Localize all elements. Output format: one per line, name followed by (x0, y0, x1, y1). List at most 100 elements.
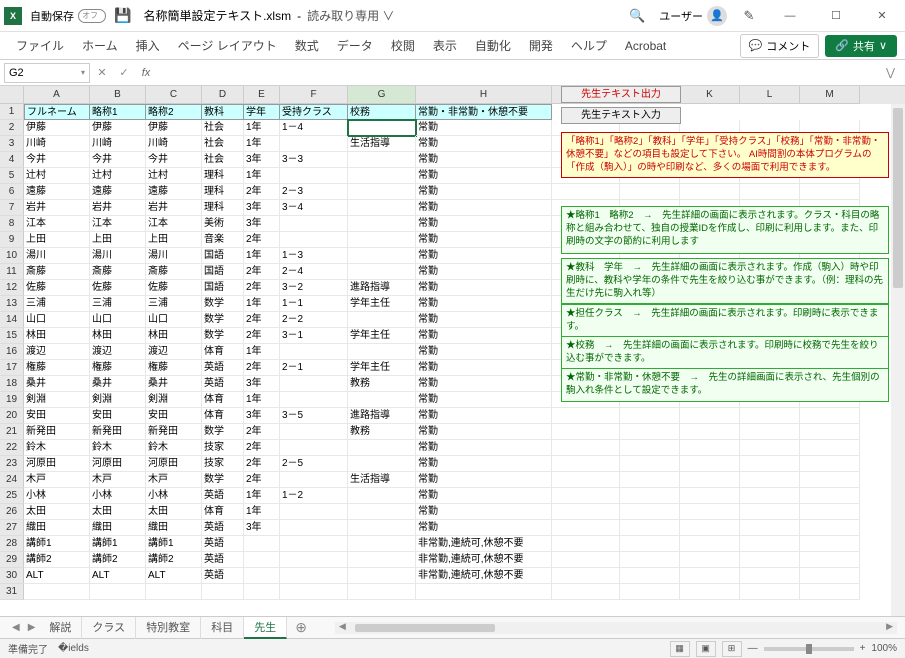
row-header-1[interactable]: 1 (0, 104, 24, 120)
cell[interactable]: 1年 (244, 392, 280, 408)
cell[interactable]: 英語 (202, 360, 244, 376)
cell[interactable] (680, 408, 740, 424)
cell[interactable]: 生活指導 (348, 472, 416, 488)
accessibility-icon[interactable]: �ields (58, 643, 89, 654)
cell[interactable] (280, 568, 348, 584)
cell[interactable] (348, 248, 416, 264)
cell[interactable]: 太田 (90, 504, 146, 520)
cell[interactable]: 織田 (146, 520, 202, 536)
cell[interactable]: 体育 (202, 408, 244, 424)
cell[interactable]: 常勤 (416, 296, 552, 312)
cell[interactable]: 英語 (202, 520, 244, 536)
row-header-27[interactable]: 27 (0, 520, 24, 536)
cell[interactable]: 佐藤 (90, 280, 146, 296)
view-layout-button[interactable]: ▣ (696, 641, 716, 657)
cell[interactable] (800, 536, 860, 552)
cell[interactable] (800, 456, 860, 472)
cell[interactable] (244, 536, 280, 552)
cell[interactable] (552, 552, 620, 568)
cell[interactable] (280, 168, 348, 184)
row-header-2[interactable]: 2 (0, 120, 24, 136)
cell[interactable]: 剣淵 (90, 392, 146, 408)
cell[interactable] (620, 568, 680, 584)
cell[interactable] (348, 392, 416, 408)
cell[interactable]: 社会 (202, 152, 244, 168)
save-icon[interactable]: 💾 (114, 7, 131, 24)
tab-data[interactable]: データ (329, 33, 381, 58)
cell[interactable]: 常勤 (416, 136, 552, 152)
col-header-F[interactable]: F (280, 86, 348, 104)
cell[interactable]: 2年 (244, 184, 280, 200)
cell[interactable] (348, 200, 416, 216)
cell[interactable]: 今井 (24, 152, 90, 168)
cell[interactable]: 上田 (90, 232, 146, 248)
cell[interactable]: 鈴木 (90, 440, 146, 456)
cell[interactable] (680, 472, 740, 488)
cell[interactable] (416, 584, 552, 600)
tab-file[interactable]: ファイル (8, 33, 72, 58)
row-header-3[interactable]: 3 (0, 136, 24, 152)
cell[interactable] (680, 424, 740, 440)
row-header-21[interactable]: 21 (0, 424, 24, 440)
add-sheet-button[interactable]: ⊕ (287, 619, 315, 636)
cell[interactable] (244, 584, 280, 600)
cell[interactable]: 美術 (202, 216, 244, 232)
row-header-12[interactable]: 12 (0, 280, 24, 296)
row-header-5[interactable]: 5 (0, 168, 24, 184)
share-button[interactable]: 🔗 共有 ∨ (825, 35, 897, 57)
cell[interactable] (680, 184, 740, 200)
cell[interactable] (620, 552, 680, 568)
cell[interactable]: 1年 (244, 120, 280, 136)
cell[interactable]: 辻村 (146, 168, 202, 184)
cell[interactable]: 剣淵 (24, 392, 90, 408)
tab-insert[interactable]: 挿入 (128, 33, 168, 58)
cell[interactable] (620, 456, 680, 472)
cell[interactable]: 教務 (348, 376, 416, 392)
cell[interactable]: 英語 (202, 488, 244, 504)
cell[interactable] (620, 504, 680, 520)
cell[interactable] (680, 520, 740, 536)
cell[interactable] (620, 520, 680, 536)
cell[interactable]: 常勤 (416, 280, 552, 296)
cell[interactable] (552, 536, 620, 552)
cell[interactable] (800, 184, 860, 200)
cell[interactable] (348, 504, 416, 520)
cell[interactable]: 渡辺 (90, 344, 146, 360)
cell[interactable]: 山口 (146, 312, 202, 328)
cell[interactable] (552, 568, 620, 584)
cell[interactable] (90, 584, 146, 600)
col-header-M[interactable]: M (800, 86, 860, 104)
header-cell[interactable]: 略称2 (146, 104, 202, 120)
cell[interactable]: 湯川 (90, 248, 146, 264)
cell[interactable]: 生活指導 (348, 136, 416, 152)
cell[interactable]: 剣淵 (146, 392, 202, 408)
horizontal-scrollbar[interactable]: ◀ ▶ (335, 622, 897, 634)
cell[interactable] (620, 584, 680, 600)
zoom-out-button[interactable]: — (748, 643, 758, 654)
tab-view[interactable]: 表示 (425, 33, 465, 58)
cell[interactable] (244, 552, 280, 568)
cell[interactable]: 3－4 (280, 200, 348, 216)
cell[interactable]: 湯川 (146, 248, 202, 264)
tab-layout[interactable]: ページ レイアウト (170, 33, 285, 58)
cell[interactable]: 国語 (202, 248, 244, 264)
cell[interactable] (680, 584, 740, 600)
cell[interactable] (280, 344, 348, 360)
cell[interactable]: 辻村 (24, 168, 90, 184)
cell[interactable]: 2年 (244, 264, 280, 280)
cell[interactable] (244, 568, 280, 584)
cell[interactable]: 渡辺 (146, 344, 202, 360)
cell[interactable]: 権藤 (24, 360, 90, 376)
cell[interactable]: 学年主任 (348, 296, 416, 312)
cell[interactable]: 1年 (244, 504, 280, 520)
cell[interactable]: 太田 (24, 504, 90, 520)
cell[interactable]: 常勤 (416, 344, 552, 360)
cell[interactable] (680, 456, 740, 472)
cell[interactable]: 2－3 (280, 184, 348, 200)
cell[interactable]: 今井 (146, 152, 202, 168)
cell[interactable]: 講師2 (90, 552, 146, 568)
cell[interactable] (280, 376, 348, 392)
cell[interactable]: 常勤 (416, 456, 552, 472)
cell[interactable] (800, 568, 860, 584)
cell[interactable]: 岩井 (146, 200, 202, 216)
